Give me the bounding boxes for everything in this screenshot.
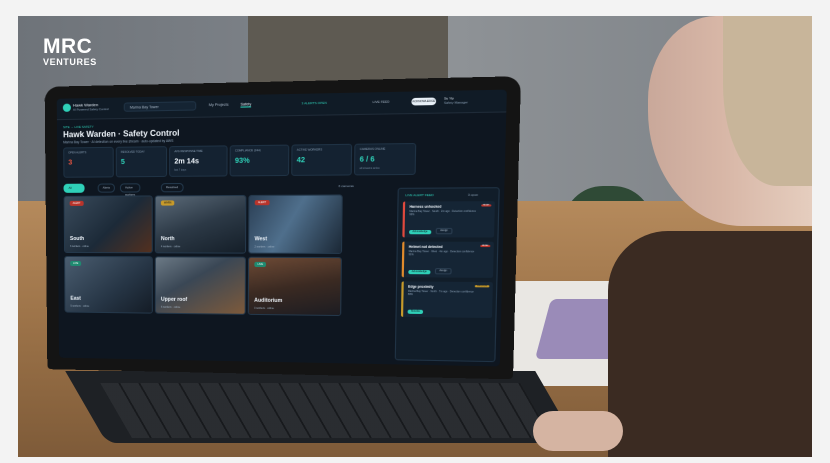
filter-alerts[interactable]: Alerts [97, 183, 116, 193]
laptop-keyboard [100, 383, 552, 438]
camera-meta: 3 workers · online [69, 245, 89, 249]
filter-resolved[interactable]: Resolved [160, 182, 184, 193]
camera-name: West [254, 236, 268, 243]
camera-tag: WARN [160, 200, 175, 206]
camera-name: East [70, 295, 81, 302]
kpi-card: RESOLVED TODAY 5 [115, 146, 168, 178]
photo: Hawk Warden AI Powered Safety Control Ma… [18, 16, 812, 457]
kpi-value: 42 [296, 156, 306, 165]
camera-tag: LIVE [254, 261, 267, 268]
nav-safety[interactable]: Safety [240, 102, 252, 108]
person [533, 16, 812, 457]
header-status-feed: LIVE FEED [372, 99, 390, 105]
kpi-card: COMPLIANCE (24H) 93% [229, 144, 290, 177]
alert-secondary-button[interactable]: Assign [435, 227, 453, 235]
alert-desc: Marina Bay Tower · South · 2m ago · Dete… [409, 210, 477, 217]
alert-desc: Marina Bay Tower · North · 7m ago · Dete… [407, 290, 474, 297]
page-frame: Hawk Warden AI Powered Safety Control Ma… [0, 0, 830, 463]
alert-title: Helmet not detected [408, 244, 443, 250]
laptop-screen: Hawk Warden AI Powered Safety Control Ma… [56, 89, 507, 367]
camera-tile-auditorium[interactable]: LIVE Auditorium 3 workers · online [247, 256, 342, 317]
alert-panel: LIVE ALERT FEED 3 open Harness unhooked … [394, 187, 500, 363]
acknowledge-button[interactable]: ACKNOWLEDGE [411, 97, 437, 106]
alert-severity: MEDIUM [474, 285, 490, 288]
alert-severity: HIGH [479, 244, 491, 248]
camera-tile-north[interactable]: WARN North 4 workers · online [154, 194, 247, 254]
kpi-card: OPEN ALERTS 3 [63, 146, 114, 178]
laptop-lid: Hawk Warden AI Powered Safety Control Ma… [44, 76, 522, 380]
user-menu[interactable]: Su Yip Safety Manager [444, 96, 468, 105]
camera-tile-west[interactable]: ALERT West 2 workers · online [248, 194, 343, 254]
camera-meta: 4 workers · online [160, 245, 181, 249]
camera-tile-south[interactable]: ALERT South 3 workers · online [63, 195, 153, 254]
camera-meta: 6 workers · online [160, 305, 181, 309]
page-subtitle: Marina Bay Tower · AI detection on every… [63, 138, 174, 145]
app-topbar: Hawk Warden AI Powered Safety Control Ma… [56, 89, 507, 121]
camera-tile-upper-roof[interactable]: Upper roof 6 workers · online [154, 256, 247, 315]
alert-primary-button[interactable]: Acknowledge [409, 230, 431, 235]
camera-name: Auditorium [254, 297, 283, 305]
laptop: Hawk Warden AI Powered Safety Control Ma… [44, 76, 577, 443]
alert-secondary-button[interactable]: Assign [434, 268, 452, 275]
kpi-card: AVG RESPONSE TIME 2m 14s last 7 days [169, 145, 228, 177]
kpi-value: 6 / 6 [359, 156, 375, 164]
camera-meta: 3 workers · online [254, 306, 274, 311]
alert-primary-button[interactable]: Resolve [407, 309, 424, 315]
brand-tagline: AI Powered Safety Control [72, 106, 109, 112]
camera-tile-east[interactable]: LIVE East 5 workers · online [64, 255, 153, 314]
kpi-note: all streams active [359, 166, 380, 171]
kpi-note: last 7 days [174, 168, 187, 172]
person-body [608, 231, 812, 457]
kpi-value: 93% [234, 157, 250, 165]
logo-line-2: VENTURES [43, 57, 97, 67]
kpi-value: 5 [120, 158, 125, 167]
kpi-label: AVG RESPONSE TIME [174, 149, 203, 154]
camera-tag: LIVE [70, 260, 82, 267]
kpi-label: OPEN ALERTS [68, 151, 87, 155]
site-selector[interactable]: Marina Bay Tower [123, 101, 197, 112]
filter-all-cameras[interactable]: All cameras [63, 183, 85, 197]
alert-desc: Marina Bay Tower · West · 4m ago · Detec… [408, 251, 475, 257]
page-title: Hawk Warden · Safety Control [63, 128, 180, 140]
person-hand [533, 411, 623, 451]
alert-panel-title: LIVE ALERT FEED [405, 192, 434, 198]
kpi-value: 2m 14s [174, 158, 199, 166]
nav-my-projects[interactable]: My Projects [209, 103, 229, 108]
camera-meta: 2 workers · online [254, 245, 275, 249]
camera-name: South [69, 236, 85, 243]
kpi-label: COMPLIANCE (24H) [234, 149, 261, 153]
kpi-label: CAMERAS ONLINE [359, 147, 386, 152]
alert-severity: HIGH [480, 204, 492, 207]
mrc-ventures-logo: MRC VENTURES [43, 36, 97, 67]
user-role: Safety Manager [443, 100, 468, 105]
app-logo-icon [62, 103, 71, 112]
alert-item[interactable]: Edge proximity MEDIUM Marina Bay Tower ·… [400, 281, 493, 319]
kpi-card: CAMERAS ONLINE 6 / 6 all streams active [353, 142, 417, 176]
logo-line-1: MRC [43, 35, 93, 58]
kpi-label: ACTIVE WORKERS [296, 148, 323, 152]
camera-name: Upper roof [160, 296, 188, 304]
camera-tag: ALERT [69, 200, 84, 206]
header-status-alerts: 3 ALERTS OPEN [301, 100, 327, 106]
alert-title: Harness unhooked [409, 204, 442, 209]
camera-name: North [160, 236, 175, 243]
camera-meta: 5 workers · online [70, 304, 90, 308]
app-brand: Hawk Warden AI Powered Safety Control [73, 102, 109, 113]
kpi-label: RESOLVED TODAY [120, 150, 145, 154]
alert-primary-button[interactable]: Acknowledge [408, 269, 431, 275]
camera-tag: ALERT [254, 200, 270, 206]
alert-item[interactable]: Harness unhooked HIGH Marina Bay Tower ·… [402, 201, 495, 238]
kpi-card: ACTIVE WORKERS 42 [291, 143, 353, 176]
alert-item[interactable]: Helmet not detected HIGH Marina Bay Towe… [401, 241, 494, 278]
filter-active-workers[interactable]: Active workers [119, 183, 141, 197]
alert-title: Edge proximity [408, 284, 434, 290]
alert-panel-count: 3 open [467, 192, 479, 197]
breadcrumb: SITE → LIVE SAFETY [63, 124, 94, 130]
kpi-value: 3 [68, 159, 73, 167]
